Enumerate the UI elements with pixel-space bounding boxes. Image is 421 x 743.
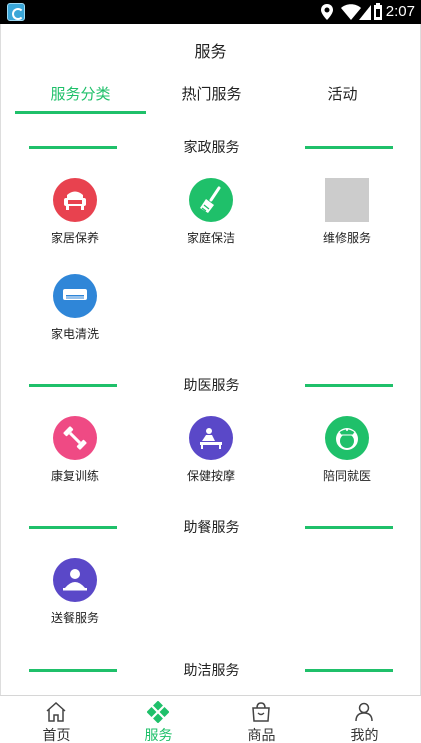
person-icon bbox=[355, 702, 373, 722]
service-item-repair[interactable]: 维修服务 bbox=[292, 178, 402, 254]
service-item-label: 送餐服务 bbox=[50, 611, 99, 625]
service-item-label: 维修服务 bbox=[322, 231, 371, 245]
tab-service-categories[interactable]: 服务分类 bbox=[15, 72, 146, 118]
section-divider bbox=[305, 526, 393, 529]
service-item-label: 康复训练 bbox=[50, 469, 99, 483]
section-header-housekeeping: 家政服务 bbox=[1, 137, 420, 157]
service-item-label: 家电清洗 bbox=[50, 327, 99, 341]
service-item-home-maintenance[interactable]: 家居保养 bbox=[20, 178, 130, 254]
tab-label: 服务分类 bbox=[50, 85, 111, 103]
signal-icon bbox=[359, 5, 371, 20]
service-item-rehab-training[interactable]: 康复训练 bbox=[20, 416, 130, 492]
section-header-medical: 助医服务 bbox=[1, 375, 420, 395]
service-item-house-cleaning[interactable]: 家庭保洁 bbox=[156, 178, 266, 254]
section-divider bbox=[305, 146, 393, 149]
service-item-label: 家居保养 bbox=[50, 231, 99, 245]
tab-bar: 服务分类 热门服务 活动 bbox=[0, 72, 421, 118]
section-divider bbox=[305, 669, 393, 672]
nav-item-products[interactable]: 商品 bbox=[209, 696, 314, 743]
service-category-list[interactable]: 家政服务 家居保养 家庭保洁 维修服务 家电清洗 助医服务 康复训练 保健按摩 … bbox=[0, 118, 421, 695]
section-header-meal: 助餐服务 bbox=[1, 517, 420, 537]
service-item-appliance-cleaning[interactable]: 家电清洗 bbox=[20, 274, 130, 350]
location-icon bbox=[321, 4, 333, 20]
nav-label: 服务 bbox=[144, 728, 173, 743]
shopping-bag-icon bbox=[252, 702, 270, 722]
page-title: 服务 bbox=[194, 42, 227, 61]
battery-icon bbox=[374, 3, 382, 20]
tab-label: 活动 bbox=[327, 85, 358, 103]
service-item-meal-delivery[interactable]: 送餐服务 bbox=[20, 558, 130, 634]
nav-label: 我的 bbox=[350, 728, 379, 743]
meal-delivery-icon bbox=[53, 558, 97, 602]
massage-icon bbox=[189, 416, 233, 460]
bottom-nav: 首页 服务 商品 我的 bbox=[0, 695, 421, 743]
tab-label: 热门服务 bbox=[181, 85, 242, 103]
section-header-cleaning-aid: 助洁服务 bbox=[1, 660, 420, 680]
status-time: 2:07 bbox=[385, 3, 415, 20]
nav-item-home[interactable]: 首页 bbox=[4, 696, 109, 743]
status-bar: 2:07 bbox=[0, 0, 421, 24]
home-icon bbox=[46, 701, 66, 722]
section-divider bbox=[305, 384, 393, 387]
title-bar: 服务 bbox=[0, 24, 421, 72]
service-icon bbox=[147, 701, 169, 723]
dumbbell-icon bbox=[53, 416, 97, 460]
service-item-label: 保健按摩 bbox=[186, 469, 235, 483]
nav-item-mine[interactable]: 我的 bbox=[312, 696, 417, 743]
broom-icon bbox=[189, 178, 233, 222]
sofa-icon bbox=[53, 178, 97, 222]
service-item-label: 陪同就医 bbox=[322, 469, 371, 483]
service-item-health-massage[interactable]: 保健按摩 bbox=[156, 416, 266, 492]
tab-hot-services[interactable]: 热门服务 bbox=[146, 72, 277, 118]
service-item-label: 家庭保洁 bbox=[186, 231, 235, 245]
nurse-icon bbox=[325, 416, 369, 460]
tab-activities[interactable]: 活动 bbox=[277, 72, 408, 118]
air-conditioner-icon bbox=[53, 274, 97, 318]
nav-item-service[interactable]: 服务 bbox=[106, 696, 211, 743]
tab-active-indicator bbox=[15, 111, 146, 114]
nav-label: 首页 bbox=[42, 728, 71, 743]
image-placeholder-icon bbox=[325, 178, 369, 222]
service-item-medical-escort[interactable]: 陪同就医 bbox=[292, 416, 402, 492]
app-notification-icon bbox=[7, 3, 25, 21]
nav-label: 商品 bbox=[247, 728, 276, 743]
